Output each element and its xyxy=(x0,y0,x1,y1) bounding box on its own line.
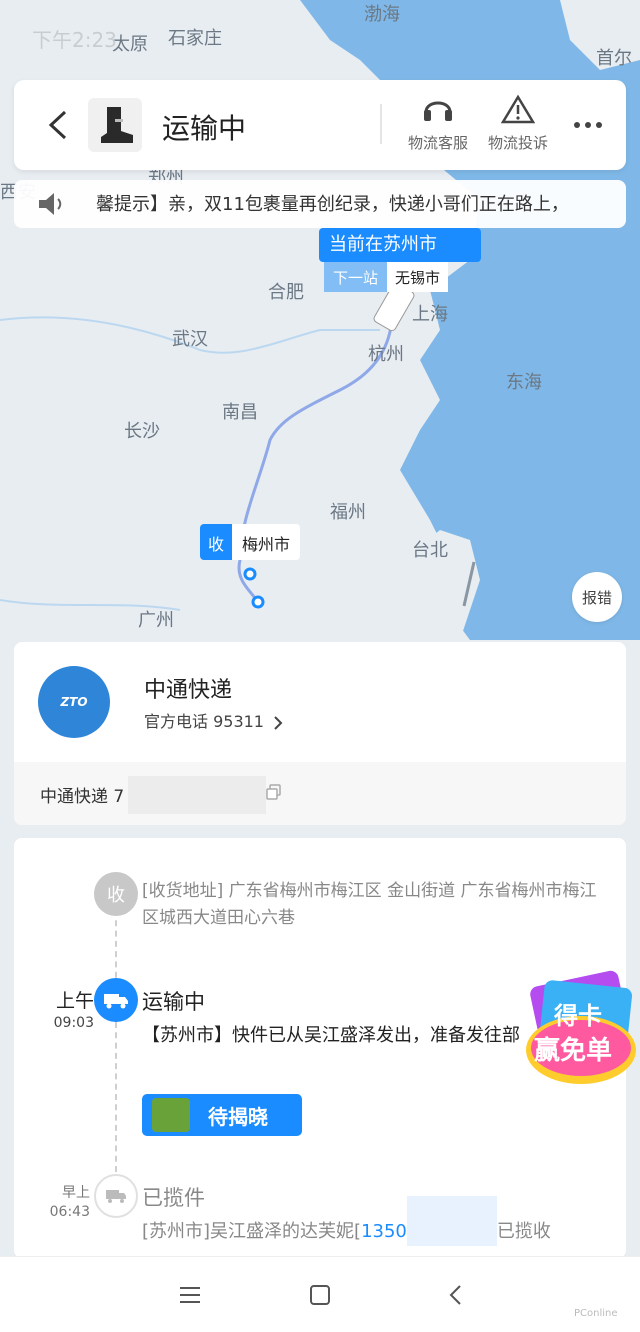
customer-service-label: 物流客服 xyxy=(407,134,468,152)
city-label: 福州 xyxy=(330,502,366,523)
entry-period: 早上 xyxy=(62,1185,90,1201)
entry-title: 已揽件 xyxy=(142,1186,205,1210)
entry-time: 早上 06:43 xyxy=(14,1182,90,1220)
customer-service-button[interactable]: 物流客服 xyxy=(398,94,478,153)
entry-text-suffix: 已揽收 xyxy=(496,1221,551,1242)
receive-tag: 收 xyxy=(200,524,233,560)
tracking-number-mask xyxy=(128,776,266,814)
menu-button[interactable] xyxy=(178,1283,202,1307)
truck-status-icon xyxy=(94,978,138,1022)
courier-phone-link[interactable]: 官方电话 95311 xyxy=(144,708,283,732)
entry-description: [苏州市]吴江盛泽的达芙妮[1350 已揽收 xyxy=(142,1196,612,1246)
entry-clock: 09:03 xyxy=(53,1015,94,1031)
warning-icon xyxy=(500,94,536,124)
reveal-button[interactable]: 待揭晓 xyxy=(142,1094,302,1136)
menu-icon xyxy=(180,1287,200,1303)
more-icon xyxy=(574,122,602,128)
notice-text: 馨提示】亲，双11包裹量再创纪录，快递小哥们正在路上， xyxy=(96,194,569,215)
phone-mask xyxy=(406,1196,497,1246)
chevron-right-icon xyxy=(274,715,283,730)
system-navbar xyxy=(0,1256,640,1332)
entry-time: 上午 09:03 xyxy=(14,986,94,1031)
courier-phone-label: 官方电话 95311 xyxy=(144,712,264,731)
report-error-button[interactable]: 报错 xyxy=(572,572,622,622)
current-location-bubble: 当前在苏州市 xyxy=(319,228,481,262)
boot-icon xyxy=(101,107,133,143)
page-title: 运输中 xyxy=(162,112,247,145)
city-label: 台北 xyxy=(412,540,448,561)
city-label: 首尔 xyxy=(596,48,632,69)
divider xyxy=(380,104,382,144)
pickup-status-icon xyxy=(94,1174,138,1218)
tracking-number: 中通快递 7 xyxy=(40,787,125,807)
city-label: 东海 xyxy=(506,372,542,393)
next-stop-label: 下一站 无锡市 xyxy=(324,262,449,292)
entry-title: 运输中 xyxy=(142,990,205,1014)
watermark: PConline xyxy=(574,1308,618,1319)
complaint-label: 物流投诉 xyxy=(487,134,548,152)
more-button[interactable] xyxy=(570,110,606,140)
city-label: 上海 xyxy=(412,304,448,325)
system-back-button[interactable] xyxy=(444,1283,468,1307)
notice-bar[interactable]: 馨提示】亲，双11包裹量再创纪录，快递小哥们正在路上， xyxy=(14,180,626,228)
copy-icon[interactable] xyxy=(266,784,282,804)
reveal-button-label: 待揭晓 xyxy=(208,1104,268,1129)
back-button[interactable] xyxy=(42,104,74,146)
city-label: 武汉 xyxy=(172,329,208,350)
entry-clock: 06:43 xyxy=(49,1204,90,1220)
entry-description: 【苏州市】快件已从吴江盛泽发出，准备发往部 xyxy=(142,1025,520,1046)
entry-period: 上午 xyxy=(55,990,94,1012)
city-label: 渤海 xyxy=(364,4,400,25)
city-label: 杭州 xyxy=(368,344,404,365)
delivery-address: [收货地址] 广东省梅州市梅江区 金山街道 广东省梅州市梅江区城西大道田心六巷 xyxy=(142,881,597,928)
courier-phone-number[interactable]: 1350 xyxy=(361,1221,407,1242)
courier-card: ZTO 中通快递 官方电话 95311 中通快递 7 xyxy=(14,642,626,825)
courier-logo: ZTO xyxy=(38,666,110,738)
home-button[interactable] xyxy=(308,1283,332,1307)
city-label: 南昌 xyxy=(222,402,258,423)
city-label: 长沙 xyxy=(124,421,160,442)
receive-badge: 收 xyxy=(94,872,138,916)
city-label: 石家庄 xyxy=(168,28,222,49)
next-stop-tag: 下一站 xyxy=(324,262,388,292)
city-label: 合肥 xyxy=(268,282,304,303)
headset-icon xyxy=(424,101,452,121)
home-icon xyxy=(310,1285,330,1305)
complaint-button[interactable]: 物流投诉 xyxy=(478,94,558,153)
city-label: 广州 xyxy=(138,610,174,631)
city-label: 太原 xyxy=(112,34,148,55)
receive-city: 梅州市 xyxy=(232,524,301,560)
entry-text-prefix: [苏州市]吴江盛泽的达芙妮[ xyxy=(142,1221,362,1242)
chevron-left-icon xyxy=(48,110,67,140)
destination-marker: 收 梅州市 xyxy=(200,524,301,560)
timeline-connector xyxy=(115,1022,117,1172)
promo-line1: 得卡 xyxy=(554,1002,602,1030)
timeline-connector xyxy=(115,910,117,988)
promo-line2: 赢免单 xyxy=(534,1036,613,1066)
product-thumbnail[interactable] xyxy=(88,98,142,152)
promo-badge[interactable]: 得卡 赢免单 xyxy=(524,970,638,1090)
mascot-icon xyxy=(152,1098,190,1132)
tracking-number-row: 中通快递 7 xyxy=(14,762,626,825)
back-icon xyxy=(449,1285,461,1305)
next-stop-city: 无锡市 xyxy=(387,262,449,292)
speaker-icon xyxy=(36,190,66,222)
courier-name: 中通快递 xyxy=(144,678,233,703)
status-time: 下午2:23 xyxy=(32,28,117,52)
header-card: 运输中 物流客服 物流投诉 xyxy=(14,80,626,170)
